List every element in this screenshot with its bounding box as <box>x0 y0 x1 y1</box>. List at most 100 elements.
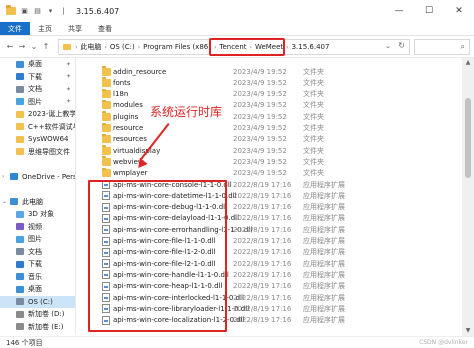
window-title: 3.15.6.407 <box>76 6 120 16</box>
expand-chevron-icon[interactable]: ⌄ <box>2 198 7 205</box>
pin-icon: ✦ <box>65 98 71 106</box>
breadcrumb-this-pc[interactable]: 此电脑 <box>80 42 101 52</box>
sidebar-item[interactable]: 思维导图文件 <box>0 146 75 159</box>
desktop-icon <box>16 285 24 293</box>
file-name: resource <box>113 124 144 132</box>
breadcrumb-separator: › <box>104 43 107 51</box>
sidebar-item[interactable]: 图片 ✦ <box>0 96 75 109</box>
folder-icon <box>102 167 111 178</box>
sidebar-item[interactable]: 文档 <box>0 246 75 259</box>
file-row[interactable]: l18n 2023/4/9 19:52 文件夹 <box>77 88 462 100</box>
breadcrumb-version[interactable]: 3.15.6.407 <box>292 43 330 51</box>
sidebar-item[interactable]: OS (C:) <box>0 295 75 308</box>
file-date: 2023/4/9 19:52 <box>233 169 287 178</box>
file-row[interactable]: modules 2023/4/9 19:52 文件夹 <box>77 99 462 111</box>
breadcrumb-os-c[interactable]: OS (C:) <box>110 43 135 51</box>
properties-icon[interactable]: ▣ <box>20 7 29 16</box>
file-type: 应用程序扩展 <box>303 282 345 291</box>
sidebar-item-label: OneDrive - Perso <box>22 172 76 181</box>
download-icon <box>16 73 24 81</box>
picture-icon <box>16 235 24 243</box>
file-row[interactable]: resource 2023/4/9 19:52 文件夹 <box>77 122 462 134</box>
file-name: l18n <box>113 90 129 99</box>
file-date: 2022/8/19 17:16 <box>233 248 292 257</box>
file-date: 2022/8/19 17:16 <box>233 225 292 234</box>
scroll-thumb[interactable] <box>465 98 471 178</box>
sidebar-item[interactable]: 3D 对象 <box>0 208 75 221</box>
sidebar-item[interactable]: 新加卷 (D:) <box>0 308 75 321</box>
sidebar-item[interactable]: C++软件调试与 <box>0 121 75 134</box>
close-button[interactable]: ✕ <box>444 0 474 22</box>
folder-icon <box>16 148 24 156</box>
folder-icon <box>6 5 16 15</box>
tab-share[interactable]: 共享 <box>60 22 90 35</box>
file-row[interactable]: addin_resource 2023/4/9 19:52 文件夹 <box>77 66 462 77</box>
maximize-button[interactable]: ☐ <box>414 0 444 22</box>
file-row[interactable]: fonts 2023/4/9 19:52 文件夹 <box>77 77 462 88</box>
sidebar-item-label: C++软件调试与 <box>28 122 76 131</box>
recent-dropdown-icon[interactable]: ⌄ <box>28 40 40 54</box>
sidebar-item-label: 下载 <box>28 260 42 269</box>
drive-icon <box>16 323 24 331</box>
breadcrumb-program-files[interactable]: Program Files (x86) <box>143 43 211 51</box>
expand-chevron-icon[interactable]: › <box>2 173 4 180</box>
file-date: 2022/8/19 17:16 <box>233 316 292 325</box>
file-row[interactable]: virtualdisplay 2023/4/9 19:52 文件夹 <box>77 145 462 156</box>
video-icon <box>16 223 24 231</box>
file-type: 应用程序扩展 <box>303 304 345 313</box>
new-folder-icon[interactable]: ▤ <box>33 7 42 16</box>
sidebar-item[interactable]: SysWOW64 <box>0 133 75 146</box>
folder-icon <box>16 123 24 131</box>
file-type: 文件夹 <box>303 101 324 110</box>
refresh-icon[interactable]: ↻ <box>398 41 405 50</box>
sidebar-item[interactable]: 新加卷 (F:) <box>0 333 75 334</box>
sidebar-item[interactable]: 音乐 <box>0 271 75 284</box>
search-input[interactable]: ⌕ <box>414 39 470 55</box>
tab-file[interactable]: 文件 <box>0 22 30 35</box>
file-row[interactable]: resources 2023/4/9 19:52 文件夹 <box>77 133 462 145</box>
back-arrow-icon[interactable]: ← <box>4 40 16 54</box>
file-type: 应用程序扩展 <box>303 316 345 325</box>
file-row[interactable]: wmplayer 2023/4/9 19:52 文件夹 <box>77 167 462 179</box>
file-row[interactable]: plugins 2023/4/9 19:52 文件夹 <box>77 111 462 122</box>
file-type: 应用程序扩展 <box>303 180 345 189</box>
folder-icon <box>16 110 24 118</box>
music-icon <box>16 273 24 281</box>
sidebar-item[interactable]: 新加卷 (E:) <box>0 321 75 334</box>
vertical-scrollbar[interactable]: ▲ ▼ <box>462 58 474 336</box>
sidebar-item[interactable]: 文档 ✦ <box>0 83 75 96</box>
tab-view[interactable]: 查看 <box>90 22 120 35</box>
scroll-down-icon[interactable]: ▼ <box>462 326 474 336</box>
scroll-up-icon[interactable]: ▲ <box>462 58 474 68</box>
document-icon <box>16 85 24 93</box>
sidebar-item-label: 图片 <box>28 97 42 106</box>
minimize-button[interactable]: — <box>384 0 414 22</box>
up-arrow-icon[interactable]: ↑ <box>40 40 52 54</box>
sidebar-item[interactable]: 图片 <box>0 233 75 246</box>
tab-home[interactable]: 主页 <box>30 22 60 35</box>
chevron-down-icon[interactable]: ⌄ <box>385 42 391 50</box>
ribbon-tabs: 文件 主页 共享 查看 <box>0 22 474 36</box>
file-date: 2023/4/9 19:52 <box>233 157 287 166</box>
pin-icon: ✦ <box>65 60 71 68</box>
folder-icon <box>102 122 111 132</box>
sidebar-item[interactable]: 桌面 <box>0 283 75 296</box>
folder-icon <box>63 44 71 50</box>
forward-arrow-icon[interactable]: → <box>16 40 28 54</box>
sidebar-item[interactable]: ⌄ 此电脑 <box>0 196 75 209</box>
file-type: 文件夹 <box>303 90 324 99</box>
file-type: 文件夹 <box>303 135 324 144</box>
sidebar-item[interactable]: 2023-诞上教学 <box>0 108 75 121</box>
sidebar-item[interactable]: 视频 <box>0 221 75 234</box>
dll-highlight-box <box>88 180 227 332</box>
sidebar-item[interactable]: 下载 ✦ <box>0 71 75 84</box>
download-icon <box>16 260 24 268</box>
file-type: 文件夹 <box>303 78 324 87</box>
sidebar-item-label: 桌面 <box>28 60 42 69</box>
sidebar-item[interactable]: 下载 <box>0 258 75 271</box>
sidebar-item[interactable]: › OneDrive - Perso <box>0 171 75 184</box>
sidebar-item[interactable]: 桌面 ✦ <box>0 58 75 71</box>
file-date: 2022/8/19 17:16 <box>233 304 292 313</box>
chevron-down-icon[interactable]: ▾ <box>46 7 55 16</box>
cloud-icon <box>10 173 18 181</box>
